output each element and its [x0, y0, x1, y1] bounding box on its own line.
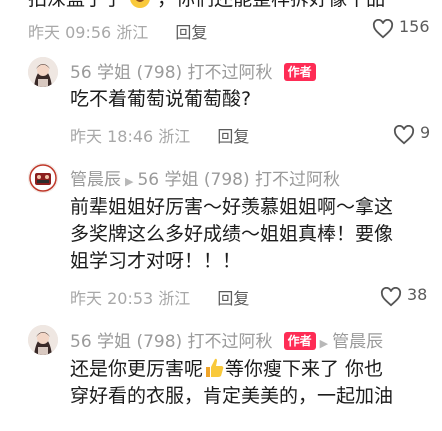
like-button[interactable]: 9 — [393, 123, 431, 145]
laughing-emoji — [129, 0, 151, 9]
reply-to-name[interactable]: 56 学姐 (798) 打不过阿秋 — [137, 170, 340, 190]
reply-to-name[interactable]: 管晨辰 — [332, 332, 383, 352]
reply-arrow-icon: ▶ — [125, 175, 134, 188]
like-button[interactable]: 156 — [372, 17, 430, 39]
author-badge: 作者 — [283, 332, 316, 350]
avatar[interactable] — [28, 163, 58, 193]
reply-button[interactable]: 回复 — [175, 23, 207, 42]
timestamp: 昨天 18:46 — [70, 127, 154, 146]
comment-text-line: 穿好看的衣服，肯定美美的，一起加油 — [70, 385, 394, 407]
like-count: 156 — [399, 17, 430, 36]
location: 浙江 — [158, 289, 191, 308]
comment-meta: 昨天 20:53 浙江 回复 — [70, 285, 249, 309]
heart-outline-icon — [380, 287, 402, 307]
reply-button[interactable]: 回复 — [217, 289, 249, 308]
like-button[interactable]: 38 — [380, 285, 428, 307]
comment-text: 吃不着葡萄说葡萄酸? — [70, 88, 252, 110]
location: 浙江 — [158, 127, 191, 146]
author-name[interactable]: 56 学姐 (798) 打不过阿秋 — [70, 332, 273, 352]
comment-text-line: 多奖牌这么多好成绩～姐姐真棒！要像 — [70, 223, 394, 245]
top-comment-text: 拍深蓝子了 ，你们还能整样拆好像十品 — [28, 0, 385, 13]
comment-author-row: 管晨辰 ▶ 56 学姐 (798) 打不过阿秋 — [70, 165, 340, 190]
reply-button[interactable]: 回复 — [217, 127, 249, 146]
comment-text-line: 前辈姐姐好厉害～好羡慕姐姐啊～拿这 — [70, 196, 394, 218]
author-badge: 作者 — [283, 63, 316, 81]
location: 浙江 — [116, 23, 149, 42]
comment-text-line: 姐学习才对呀！！！ — [70, 250, 242, 272]
like-count: 9 — [420, 123, 431, 142]
author-name[interactable]: 56 学姐 (798) 打不过阿秋 — [70, 63, 273, 83]
like-count: 38 — [407, 285, 428, 304]
timestamp: 昨天 09:56 — [28, 23, 112, 42]
comment-text-line: 还是你更厉害呢 等你瘦下来了 你也 — [70, 357, 384, 380]
timestamp: 昨天 20:53 — [70, 289, 154, 308]
thumbs-up-emoji — [203, 357, 225, 379]
heart-outline-icon — [393, 125, 415, 145]
comment-author-row: 56 学姐 (798) 打不过阿秋 作者 — [70, 58, 316, 83]
avatar[interactable] — [28, 325, 58, 355]
top-comment-meta: 昨天 09:56 浙江 回复 — [28, 19, 207, 43]
comment-meta: 昨天 18:46 浙江 回复 — [70, 123, 249, 147]
author-name[interactable]: 管晨辰 — [70, 170, 121, 190]
avatar[interactable] — [28, 57, 58, 87]
reply-arrow-icon: ▶ — [319, 337, 329, 350]
heart-outline-icon — [372, 19, 394, 39]
comment-author-row: 56 学姐 (798) 打不过阿秋 作者 ▶ 管晨辰 — [70, 327, 383, 352]
